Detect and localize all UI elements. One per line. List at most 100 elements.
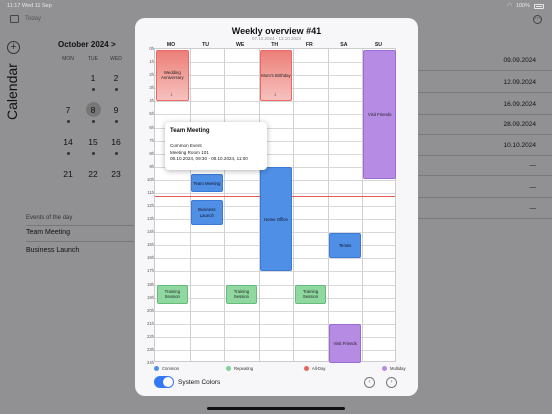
- add-event-button[interactable]: +: [7, 41, 20, 54]
- event-dot: [114, 152, 118, 155]
- legend-item: Repeating: [226, 366, 253, 371]
- right-list-item[interactable]: 09.09.2024: [503, 57, 536, 64]
- hour-label: 19h: [147, 294, 154, 300]
- day-gridline: [189, 49, 191, 361]
- battery-icon: [534, 3, 544, 9]
- month-title[interactable]: October 2024 >: [58, 40, 116, 49]
- hour-label: 5h: [149, 111, 154, 117]
- arrow-down-icon: ↓: [169, 92, 173, 99]
- legend-label: All-Day: [312, 366, 326, 371]
- calendar-day[interactable]: 2: [108, 73, 124, 83]
- event-block[interactable]: Tennis: [329, 232, 361, 258]
- hour-label: 6h: [149, 124, 154, 130]
- today-button[interactable]: Today: [25, 16, 41, 22]
- event-label: Training Session: [233, 289, 250, 300]
- sidebar-toggle-icon[interactable]: [10, 15, 19, 23]
- hour-label: 14h: [147, 229, 154, 235]
- hour-gridline: [155, 114, 395, 115]
- event-block[interactable]: Business Launch: [191, 199, 223, 226]
- event-label: Training Session: [302, 289, 319, 300]
- legend-swatch: [382, 366, 387, 371]
- system-colors-label: System Colors: [178, 379, 221, 386]
- calendar-day[interactable]: 1: [85, 73, 101, 83]
- hour-label: 17h: [147, 268, 154, 274]
- system-colors-toggle[interactable]: [154, 376, 174, 388]
- week-grid: Wedding Anniversary ↓ Mom's Birthday ↓ Visit…: [154, 48, 396, 363]
- calendar-day[interactable]: 21: [60, 169, 76, 179]
- next-week-button[interactable]: ›: [386, 377, 397, 388]
- hour-label: 20h: [147, 307, 154, 313]
- battery-percent: 100%: [515, 3, 530, 9]
- hour-label: 15h: [147, 242, 154, 248]
- legend-swatch: [304, 366, 309, 371]
- popover-time: 08.10.2024, 09:30 - 08.10.2024, 11:00: [170, 156, 248, 161]
- calendar-day[interactable]: 9: [108, 105, 124, 115]
- hour-gridline: [155, 284, 395, 285]
- event-block[interactable]: Visit Friends: [328, 324, 362, 363]
- hour-label: 11h: [147, 189, 154, 195]
- divider: [418, 134, 552, 135]
- events-item-business-launch[interactable]: Business Launch: [26, 247, 79, 254]
- hour-label: 18h: [147, 281, 154, 287]
- weekday-head: WED: [110, 56, 122, 62]
- status-date: Wed 11 Sep: [22, 3, 52, 9]
- calendar-day[interactable]: 14: [60, 137, 76, 147]
- event-label: Visit Friends: [333, 340, 357, 346]
- event-label: Training Session: [164, 289, 180, 300]
- hour-label: 22h: [147, 333, 154, 339]
- events-item-team-meeting[interactable]: Team Meeting: [26, 229, 70, 236]
- event-block[interactable]: Training Session: [225, 285, 258, 304]
- hour-label: 4h: [149, 98, 154, 104]
- legend-label: Common: [162, 366, 179, 371]
- event-block[interactable]: Visit Friends: [363, 49, 396, 180]
- event-block[interactable]: Home Office: [260, 167, 292, 271]
- right-list-item[interactable]: —: [530, 184, 537, 191]
- event-block[interactable]: Training Session: [294, 285, 327, 304]
- hour-label: 13h: [147, 216, 154, 222]
- event-dot: [66, 120, 70, 123]
- divider: [418, 114, 552, 115]
- more-icon[interactable]: ⋯: [533, 15, 542, 24]
- status-time: 11:17: [7, 3, 21, 9]
- status-bar: 11:17 Wed 11 Sep ◠ 100%: [0, 0, 552, 12]
- hour-label: 8h: [149, 150, 154, 156]
- calendar-day[interactable]: 7: [60, 105, 76, 115]
- top-toolbar: Today: [10, 15, 41, 23]
- right-list-item[interactable]: 28.09.2024: [503, 121, 536, 128]
- modal-subtitle: 07.10.2024 - 13.10.2024: [251, 36, 302, 41]
- event-dot: [91, 120, 95, 123]
- right-list-item[interactable]: 10.10.2024: [503, 142, 536, 149]
- prev-week-button[interactable]: ‹: [364, 377, 375, 388]
- right-list-item[interactable]: —: [530, 205, 537, 212]
- calendar-day[interactable]: 16: [108, 137, 124, 147]
- legend-item: All-Day: [304, 366, 326, 371]
- hour-label: 3h: [149, 85, 154, 91]
- event-label: Business Launch: [198, 207, 216, 218]
- hour-gridline: [155, 271, 395, 272]
- calendar-day[interactable]: 8: [85, 105, 101, 115]
- popover-type: Common Event: [170, 143, 202, 148]
- calendar-day[interactable]: 23: [108, 169, 124, 179]
- right-list-item[interactable]: 12.09.2024: [503, 79, 536, 86]
- wifi-icon: ◠: [507, 3, 512, 9]
- hour-label: 12h: [147, 203, 154, 208]
- hour-label: 23h: [147, 346, 154, 352]
- divider: [418, 92, 552, 93]
- modal-title: Weekly overview #41: [231, 26, 322, 36]
- hour-label: 1h: [149, 59, 154, 65]
- side-title: Calendar: [4, 63, 20, 120]
- right-list-item[interactable]: —: [530, 162, 537, 169]
- event-block[interactable]: Training Session: [156, 285, 189, 304]
- legend-swatch: [154, 366, 159, 371]
- weekday-head: MON: [62, 56, 74, 62]
- divider: [418, 197, 552, 198]
- event-block[interactable]: Team Meeting: [191, 173, 223, 193]
- hour-label: 16h: [147, 255, 154, 261]
- divider: [418, 155, 552, 156]
- events-title: Events of the day: [26, 215, 73, 221]
- divider: [418, 175, 552, 176]
- event-label: Team Meeting: [193, 180, 221, 186]
- right-list-item[interactable]: 16.09.2024: [503, 101, 536, 108]
- calendar-day[interactable]: 22: [85, 169, 101, 179]
- calendar-day[interactable]: 15: [85, 137, 101, 147]
